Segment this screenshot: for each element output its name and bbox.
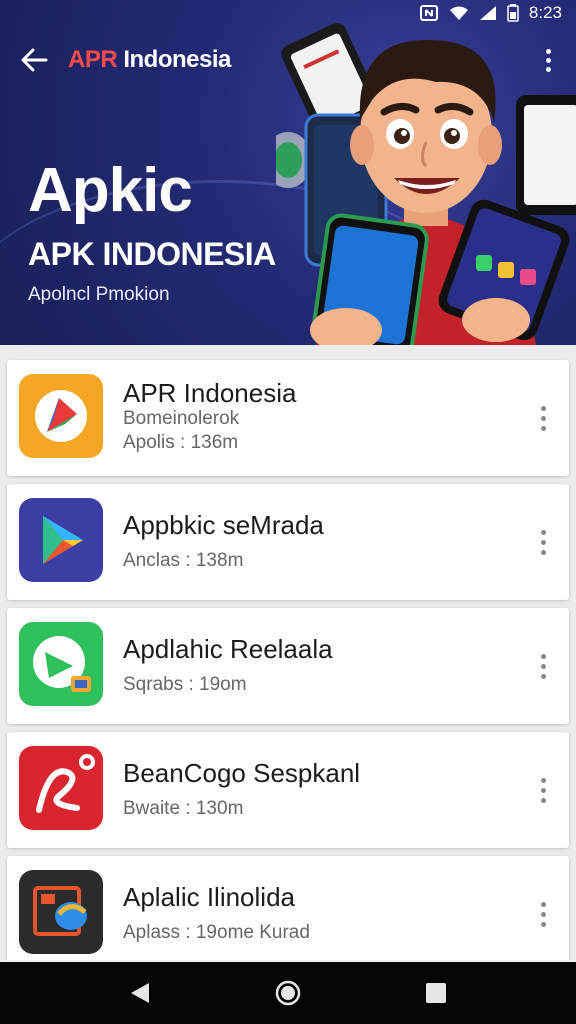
list-item[interactable]: Apdlahic Reelaala Sqrabs : 19om [7, 608, 569, 724]
recents-square-icon[interactable] [416, 973, 456, 1013]
app-name: BeanCogo Sespkanl [123, 758, 361, 788]
hero-subtitle: APK INDONESIA [28, 236, 276, 272]
status-time: 8:23 [528, 3, 562, 22]
list-item[interactable]: Appbkic seMrada Anclas : 138m [7, 484, 569, 600]
more-vertical-icon[interactable] [536, 42, 560, 78]
app-size: Sqrabs : 19om [123, 674, 247, 695]
signal-icon [479, 5, 497, 21]
more-vertical-icon[interactable] [533, 522, 553, 562]
app-name: Apdlahic Reelaala [123, 634, 333, 664]
back-triangle-icon[interactable] [120, 973, 160, 1013]
app-size: Aplass : 19ome Kurad [123, 922, 310, 943]
app-name: APR Indonesia [123, 378, 297, 408]
app-developer: Bomeinolerok [123, 408, 240, 429]
app-icon-play [19, 498, 103, 582]
more-vertical-icon[interactable] [533, 398, 553, 438]
app-list: APR Indonesia Bomeinolerok Apolis : 136m… [0, 345, 576, 960]
home-circle-icon[interactable] [268, 973, 308, 1013]
hero-tagline: Apolncl Pmokion [28, 284, 170, 305]
app-title-accent: APR [68, 46, 118, 73]
app-bar: APR Indonesia [0, 34, 576, 86]
wifi-icon [449, 5, 469, 21]
list-item[interactable]: Aplalic Ilinolida Aplass : 19ome Kurad [7, 856, 569, 960]
app-size: Bwaite : 130m [123, 798, 244, 819]
app-title: APR Indonesia [68, 46, 231, 74]
status-bar: 8:23 [0, 0, 576, 26]
more-vertical-icon[interactable] [533, 646, 553, 686]
app-icon-green [19, 622, 103, 706]
nfc-icon [419, 5, 439, 21]
more-vertical-icon[interactable] [533, 770, 553, 810]
app-size: Apolis : 136m [123, 432, 239, 453]
app-icon-dark [19, 870, 103, 954]
app-size: Anclas : 138m [123, 550, 244, 571]
system-nav-bar [0, 962, 576, 1024]
app-title-rest: Indonesia [117, 46, 231, 73]
hero-title: Apkic [28, 156, 193, 225]
back-arrow-icon[interactable] [14, 40, 54, 80]
more-vertical-icon[interactable] [533, 894, 553, 934]
app-name: Appbkic seMrada [123, 510, 324, 540]
app-icon-red [19, 746, 103, 830]
list-item[interactable]: APR Indonesia Bomeinolerok Apolis : 136m [7, 360, 569, 476]
battery-icon [507, 4, 519, 22]
app-name: Aplalic Ilinolida [123, 882, 295, 912]
app-icon-apr [19, 374, 103, 458]
list-item[interactable]: BeanCogo Sespkanl Bwaite : 130m [7, 732, 569, 848]
